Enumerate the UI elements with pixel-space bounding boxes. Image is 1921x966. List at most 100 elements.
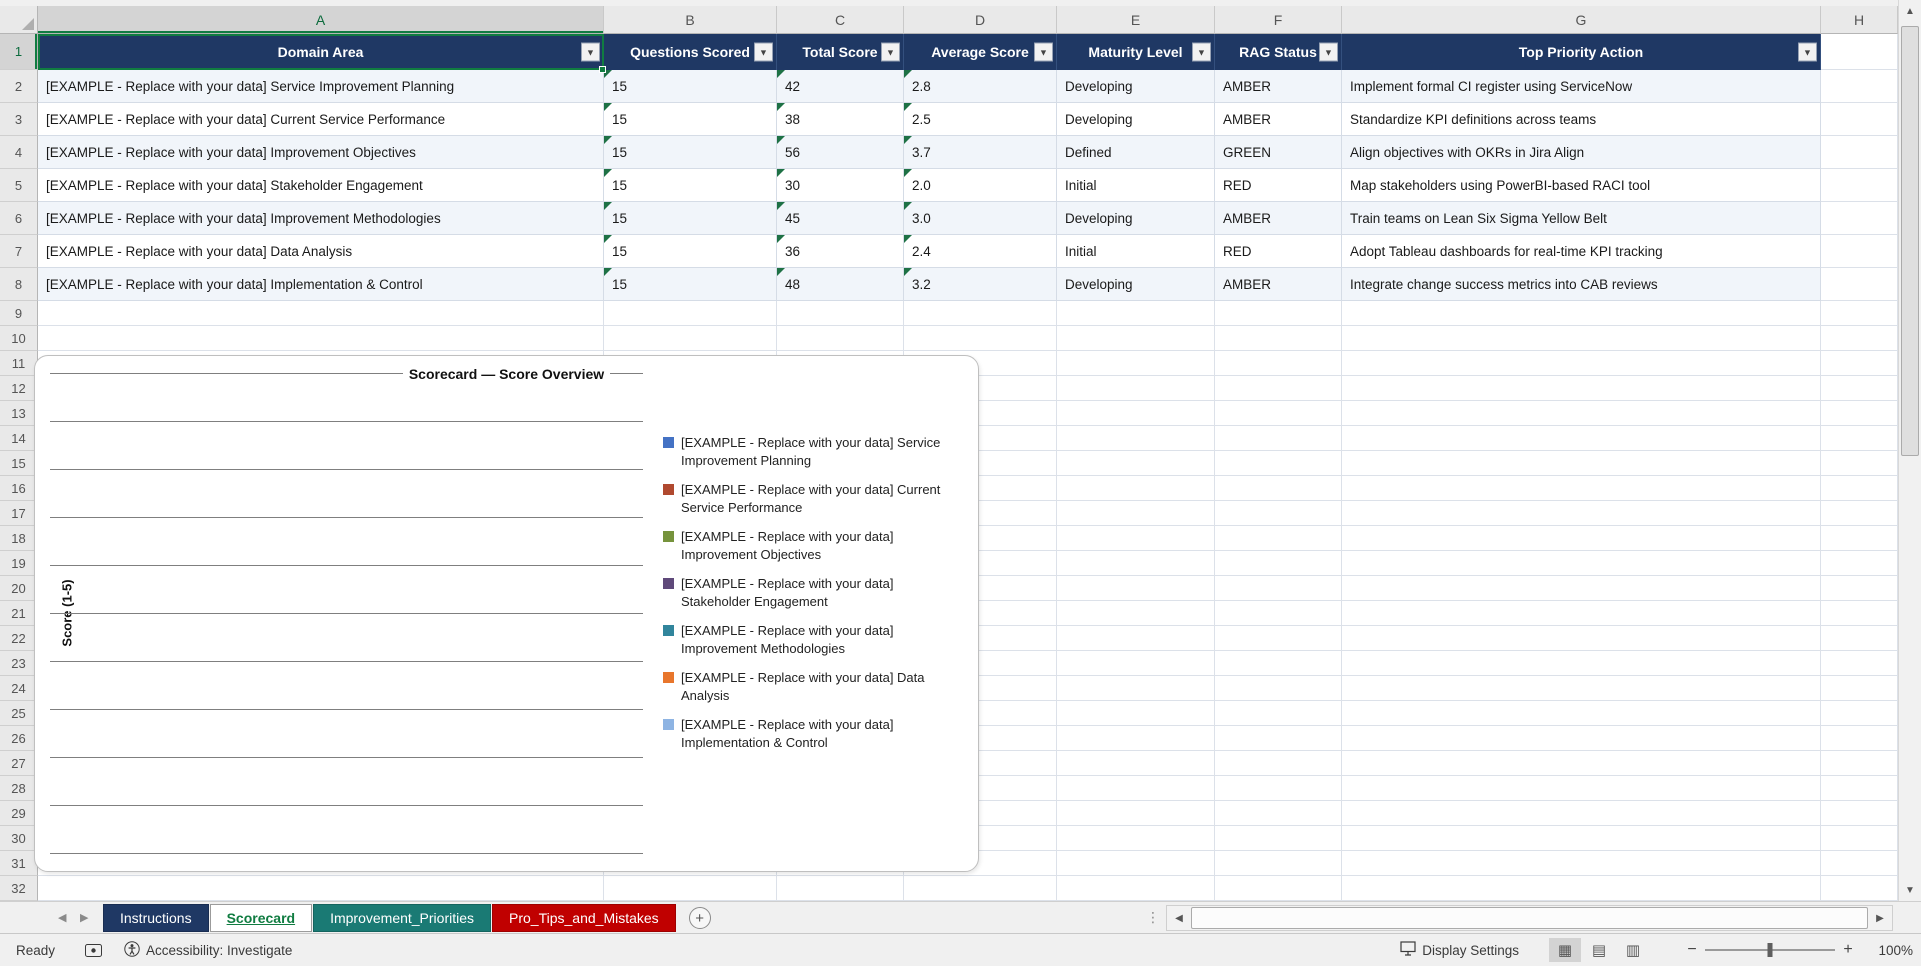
- empty-cell[interactable]: [1821, 451, 1898, 476]
- cell-G5[interactable]: Map stakeholders using PowerBI-based RAC…: [1342, 169, 1821, 202]
- empty-cell[interactable]: [1821, 601, 1898, 626]
- empty-cell[interactable]: [1821, 501, 1898, 526]
- cell-A7[interactable]: [EXAMPLE - Replace with your data] Data …: [38, 235, 604, 268]
- row-header-14[interactable]: 14: [0, 426, 38, 451]
- vertical-scrollbar[interactable]: ▲ ▼: [1898, 0, 1921, 901]
- empty-cell[interactable]: [1342, 326, 1821, 351]
- empty-cell[interactable]: [1215, 301, 1342, 326]
- cell-D3[interactable]: 2.5: [904, 103, 1057, 136]
- row-header-20[interactable]: 20: [0, 576, 38, 601]
- empty-cell[interactable]: [1821, 136, 1898, 169]
- cell-F5[interactable]: RED: [1215, 169, 1342, 202]
- row-header-6[interactable]: 6: [0, 202, 38, 235]
- zoom-out-button[interactable]: −: [1683, 941, 1701, 959]
- empty-cell[interactable]: [1342, 776, 1821, 801]
- cell-E6[interactable]: Developing: [1057, 202, 1215, 235]
- empty-cell[interactable]: [1342, 351, 1821, 376]
- empty-cell[interactable]: [1821, 401, 1898, 426]
- cell-B5[interactable]: 15: [604, 169, 777, 202]
- empty-cell[interactable]: [1057, 526, 1215, 551]
- empty-cell[interactable]: [604, 876, 777, 901]
- empty-cell[interactable]: [1057, 551, 1215, 576]
- table-header-maturity-level[interactable]: Maturity Level ▼: [1057, 34, 1215, 70]
- cell-A8[interactable]: [EXAMPLE - Replace with your data] Imple…: [38, 268, 604, 301]
- empty-cell[interactable]: [1821, 526, 1898, 551]
- empty-cell[interactable]: [1057, 351, 1215, 376]
- column-header-B[interactable]: B: [604, 6, 777, 34]
- row-header-23[interactable]: 23: [0, 651, 38, 676]
- select-all-button[interactable]: [0, 6, 38, 34]
- vertical-scroll-thumb[interactable]: [1901, 26, 1919, 456]
- sheet-tab-instructions[interactable]: Instructions: [103, 904, 209, 932]
- empty-cell[interactable]: [1342, 551, 1821, 576]
- cell-B2[interactable]: 15: [604, 70, 777, 103]
- empty-cell[interactable]: [1821, 726, 1898, 751]
- filter-dropdown-icon[interactable]: ▼: [581, 42, 600, 62]
- empty-cell[interactable]: [604, 326, 777, 351]
- normal-view-icon[interactable]: ▦: [1549, 938, 1581, 962]
- zoom-slider-handle[interactable]: [1767, 943, 1773, 957]
- empty-cell[interactable]: [1821, 826, 1898, 851]
- macro-record-icon[interactable]: [85, 943, 103, 957]
- empty-cell[interactable]: [1215, 326, 1342, 351]
- empty-cell[interactable]: [1342, 651, 1821, 676]
- cell-A3[interactable]: [EXAMPLE - Replace with your data] Curre…: [38, 103, 604, 136]
- empty-cell[interactable]: [1821, 851, 1898, 876]
- empty-cell[interactable]: [1215, 501, 1342, 526]
- column-header-A[interactable]: A: [38, 6, 604, 34]
- row-header-1[interactable]: 1: [0, 34, 38, 70]
- cell-B8[interactable]: 15: [604, 268, 777, 301]
- row-header-4[interactable]: 4: [0, 136, 38, 169]
- empty-cell[interactable]: [1821, 676, 1898, 701]
- sheet-tab-improvement-priorities[interactable]: Improvement_Priorities: [313, 904, 492, 932]
- scroll-up-icon[interactable]: ▲: [1899, 0, 1921, 22]
- empty-cell[interactable]: [904, 301, 1057, 326]
- empty-cell[interactable]: [1821, 268, 1898, 301]
- empty-cell[interactable]: [1057, 501, 1215, 526]
- empty-cell[interactable]: [777, 876, 904, 901]
- column-header-F[interactable]: F: [1215, 6, 1342, 34]
- scroll-down-icon[interactable]: ▼: [1899, 879, 1921, 901]
- column-header-H[interactable]: H: [1821, 6, 1898, 34]
- column-header-D[interactable]: D: [904, 6, 1057, 34]
- empty-cell[interactable]: [1342, 751, 1821, 776]
- empty-cell[interactable]: [1821, 351, 1898, 376]
- filter-dropdown-icon[interactable]: ▼: [1034, 42, 1053, 62]
- empty-cell[interactable]: [904, 326, 1057, 351]
- cell-D7[interactable]: 2.4: [904, 235, 1057, 268]
- empty-cell[interactable]: [1342, 426, 1821, 451]
- empty-cell[interactable]: [1342, 626, 1821, 651]
- cell-F6[interactable]: AMBER: [1215, 202, 1342, 235]
- cell-A5[interactable]: [EXAMPLE - Replace with your data] Stake…: [38, 169, 604, 202]
- cell-B4[interactable]: 15: [604, 136, 777, 169]
- empty-cell[interactable]: [1821, 476, 1898, 501]
- empty-cell[interactable]: [1215, 626, 1342, 651]
- empty-cell[interactable]: [1821, 776, 1898, 801]
- empty-cell[interactable]: [1821, 376, 1898, 401]
- row-header-2[interactable]: 2: [0, 70, 38, 103]
- cell-A6[interactable]: [EXAMPLE - Replace with your data] Impro…: [38, 202, 604, 235]
- cell-B6[interactable]: 15: [604, 202, 777, 235]
- row-header-7[interactable]: 7: [0, 235, 38, 268]
- empty-cell[interactable]: [1821, 34, 1898, 70]
- cell-F2[interactable]: AMBER: [1215, 70, 1342, 103]
- empty-cell[interactable]: [1342, 376, 1821, 401]
- empty-cell[interactable]: [1821, 651, 1898, 676]
- empty-cell[interactable]: [1057, 651, 1215, 676]
- row-header-26[interactable]: 26: [0, 726, 38, 751]
- row-header-16[interactable]: 16: [0, 476, 38, 501]
- empty-cell[interactable]: [1215, 801, 1342, 826]
- empty-cell[interactable]: [1821, 326, 1898, 351]
- empty-cell[interactable]: [1821, 70, 1898, 103]
- empty-cell[interactable]: [604, 301, 777, 326]
- cell-C2[interactable]: 42: [777, 70, 904, 103]
- empty-cell[interactable]: [1342, 801, 1821, 826]
- row-header-28[interactable]: 28: [0, 776, 38, 801]
- empty-cell[interactable]: [1215, 451, 1342, 476]
- tab-scroll-right-icon[interactable]: ▶: [80, 911, 88, 924]
- accessibility-status-button[interactable]: Accessibility: Investigate: [124, 940, 292, 960]
- cell-C8[interactable]: 48: [777, 268, 904, 301]
- row-header-9[interactable]: 9: [0, 301, 38, 326]
- cell-D8[interactable]: 3.2: [904, 268, 1057, 301]
- empty-cell[interactable]: [1215, 751, 1342, 776]
